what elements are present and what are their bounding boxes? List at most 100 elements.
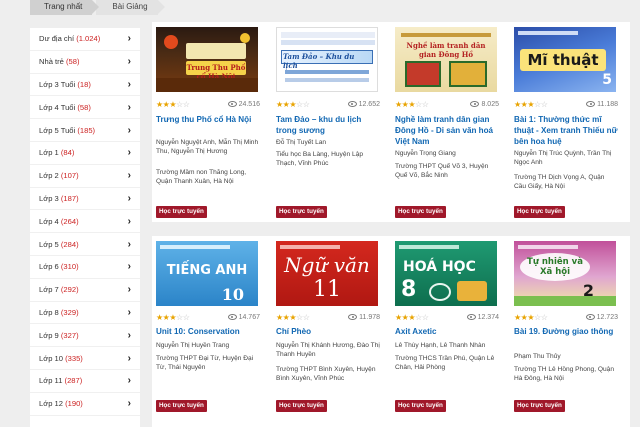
eye-icon: [227, 314, 237, 320]
lesson-thumbnail[interactable]: Tự nhiên và Xã hội 2: [514, 241, 616, 306]
lesson-thumbnail[interactable]: Nghề làm tranh dân gian Đông Hồ: [395, 27, 497, 92]
sidebar-item-lop-2[interactable]: Lớp 2 (107) ›: [30, 165, 140, 188]
online-learning-button[interactable]: Học trực tuyến: [395, 206, 446, 218]
lesson-title[interactable]: Trưng thu Phố cổ Hà Nội: [156, 114, 260, 125]
star-rating: ★★★☆☆: [276, 99, 310, 109]
lesson-school: Trường TH Dịch Vọng A, Quận Cầu Giấy, Hà…: [514, 174, 605, 190]
thumbnail-title: Nghề làm tranh dân gian Đông Hồ: [406, 41, 486, 59]
lesson-thumbnail[interactable]: Ngữ văn 11: [276, 241, 378, 306]
lesson-title[interactable]: Bài 19. Đường giao thông: [514, 326, 618, 337]
online-learning-button[interactable]: Học trực tuyến: [514, 400, 565, 412]
lesson-authors: Nguyễn Thị Khánh Hương, Đào Thị Thanh Hu…: [276, 342, 380, 358]
lesson-card[interactable]: Mĩ thuật 5 ★★★☆☆ 11.188 Bài 1: Thường th…: [510, 22, 630, 222]
view-count: 24.516: [238, 100, 260, 108]
lesson-title[interactable]: Axit Axetic: [395, 326, 499, 337]
star-rating: ★★★☆☆: [395, 312, 429, 322]
sidebar-item-lop-8[interactable]: Lớp 8 (329) ›: [30, 302, 140, 325]
online-learning-button[interactable]: Học trực tuyến: [156, 400, 207, 412]
eye-icon: [348, 314, 358, 320]
star-rating: ★★★☆☆: [514, 312, 548, 322]
sidebar-item-du-dia-chi[interactable]: Dư địa chí (1.024) ›: [30, 28, 140, 51]
online-learning-button[interactable]: Học trực tuyến: [514, 206, 565, 218]
chevron-right-icon: ›: [127, 215, 131, 227]
eye-icon: [470, 101, 480, 107]
sidebar-item-lop-3-tuoi[interactable]: Lớp 3 Tuổi (18) ›: [30, 74, 140, 97]
lesson-thumbnail[interactable]: HOÁ HỌC 8: [395, 241, 497, 306]
view-count: 14.767: [238, 313, 260, 321]
lesson-thumbnail[interactable]: Trung Thu Phố cổ Hà Nội: [156, 27, 258, 92]
view-count: 12.374: [477, 313, 499, 321]
sidebar-item-lop-11[interactable]: Lớp 11 (287) ›: [30, 370, 140, 393]
chevron-right-icon: ›: [127, 261, 131, 273]
breadcrumb-current[interactable]: Bài Giảng: [96, 0, 165, 15]
online-learning-button[interactable]: Học trực tuyến: [395, 400, 446, 412]
lesson-card[interactable]: Ngữ văn 11 ★★★☆☆ 11.978 Chí Phèo Nguyễn …: [272, 236, 392, 427]
lesson-thumbnail[interactable]: Mĩ thuật 5: [514, 27, 616, 92]
lesson-school: Trường THPT Bình Xuyên, Huyện Bình Xuyên…: [276, 366, 376, 382]
lesson-school: Trường Mầm non Thăng Long, Quận Thanh Xu…: [156, 169, 247, 185]
lesson-thumbnail[interactable]: TIẾNG ANH 10: [156, 241, 258, 306]
lesson-school: Trường THPT Quế Võ 3, Huyện Quế Võ, Bắc …: [395, 163, 489, 179]
lesson-school: Trường THPT Đại Từ, Huyện Đại Từ, Thái N…: [156, 355, 254, 371]
lesson-authors: Nguyễn Trọng Giang: [395, 150, 456, 157]
lesson-card[interactable]: Trung Thu Phố cổ Hà Nội ★★★☆☆ 24.516 Trư…: [152, 22, 272, 222]
online-learning-button[interactable]: Học trực tuyến: [156, 206, 207, 218]
sidebar-item-lop-4-tuoi[interactable]: Lớp 4 Tuổi (58) ›: [30, 96, 140, 120]
chevron-right-icon: ›: [127, 306, 131, 318]
view-count: 11.188: [597, 100, 618, 108]
sidebar-item-lop-5[interactable]: Lớp 5 (284) ›: [30, 233, 140, 256]
chevron-right-icon: ›: [127, 192, 131, 204]
lesson-card[interactable]: TIẾNG ANH 10 ★★★☆☆ 14.767 Unit 10: Conse…: [152, 236, 272, 427]
lesson-card[interactable]: Tam Đảo – Khu du lịch ★★★☆☆ 12.652 Tam Đ…: [272, 22, 392, 222]
star-rating: ★★★☆☆: [395, 99, 429, 109]
lesson-card[interactable]: HOÁ HỌC 8 ★★★☆☆ 12.374 Axit Axetic Lê Th…: [391, 236, 511, 427]
star-rating: ★★★☆☆: [156, 312, 190, 322]
lesson-authors: Nguyễn Thị Huyền Trang: [156, 342, 230, 349]
sidebar-item-lop-3[interactable]: Lớp 3 (187) ›: [30, 188, 140, 211]
lesson-title[interactable]: Tam Đảo – khu du lịch trong sương: [276, 114, 380, 136]
lesson-authors: Nguyễn Nguyệt Anh, Mẫn Thị Minh Thu, Ngu…: [156, 139, 259, 155]
thumbnail-title: TIẾNG ANH: [166, 263, 248, 278]
sidebar-item-lop-5-tuoi[interactable]: Lớp 5 Tuổi (185) ›: [30, 119, 140, 142]
star-rating: ★★★☆☆: [156, 99, 190, 109]
chevron-right-icon: ›: [127, 101, 131, 113]
lesson-authors: Nguyễn Thị Trúc Quỳnh, Trần Thị Ngọc Anh: [514, 150, 612, 166]
chevron-right-icon: ›: [127, 56, 131, 68]
chevron-right-icon: ›: [127, 170, 131, 182]
lesson-card[interactable]: Nghề làm tranh dân gian Đông Hồ ★★★☆☆ 8.…: [391, 22, 511, 222]
sidebar-item-lop-12[interactable]: Lớp 12 (190) ›: [30, 393, 140, 416]
chevron-right-icon: ›: [127, 147, 131, 159]
eye-icon: [586, 101, 596, 107]
breadcrumb-home[interactable]: Trang nhất: [30, 0, 100, 15]
chevron-right-icon: ›: [127, 329, 131, 341]
view-count: 12.723: [596, 313, 618, 321]
lesson-authors: Phạm Thu Thủy: [514, 353, 561, 360]
sidebar-item-lop-10[interactable]: Lớp 10 (335) ›: [30, 347, 140, 370]
sidebar-item-lop-9[interactable]: Lớp 9 (327) ›: [30, 324, 140, 348]
thumbnail-title: Ngữ văn: [284, 253, 370, 277]
eye-icon: [347, 101, 357, 107]
lesson-thumbnail[interactable]: Tam Đảo – Khu du lịch: [276, 27, 378, 92]
star-rating: ★★★☆☆: [514, 99, 548, 109]
online-learning-button[interactable]: Học trực tuyến: [276, 400, 327, 412]
sidebar-item-lop-7[interactable]: Lớp 7 (292) ›: [30, 279, 140, 302]
view-count: 8.025: [481, 100, 499, 108]
lesson-card[interactable]: Tự nhiên và Xã hội 2 ★★★☆☆ 12.723 Bài 19…: [510, 236, 630, 427]
lesson-title[interactable]: Unit 10: Conservation: [156, 326, 260, 337]
lesson-title[interactable]: Bài 1: Thường thức mĩ thuật - Xem tranh …: [514, 114, 618, 147]
lesson-title[interactable]: Nghề làm tranh dân gian Đông Hồ - Di sản…: [395, 114, 499, 147]
chevron-right-icon: ›: [127, 284, 131, 296]
thumbnail-title: HOÁ HỌC: [403, 259, 476, 275]
chevron-right-icon: ›: [127, 124, 131, 136]
sidebar-item-lop-6[interactable]: Lớp 6 (310) ›: [30, 256, 140, 279]
online-learning-button[interactable]: Học trực tuyến: [276, 206, 327, 218]
view-count: 11.978: [359, 313, 380, 321]
sidebar-item-lop-4[interactable]: Lớp 4 (264) ›: [30, 210, 140, 234]
sidebar-item-lop-1[interactable]: Lớp 1 (84) ›: [30, 142, 140, 165]
lesson-school: Trường TH Lê Hồng Phong, Quận Hà Đông, H…: [514, 366, 615, 382]
lesson-title[interactable]: Chí Phèo: [276, 326, 380, 337]
view-count: 12.652: [358, 100, 380, 108]
chevron-right-icon: ›: [127, 78, 131, 90]
sidebar-item-nha-tre[interactable]: Nhà trẻ (58) ›: [30, 51, 140, 74]
star-rating: ★★★☆☆: [276, 312, 310, 322]
